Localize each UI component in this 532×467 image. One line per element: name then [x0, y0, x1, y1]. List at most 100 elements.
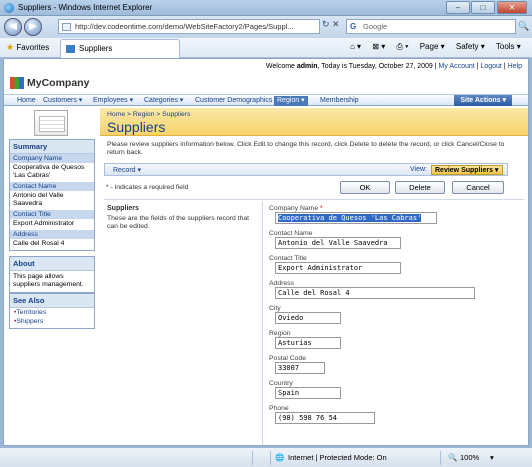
phone-field[interactable]: (98) 598 76 54	[275, 412, 375, 424]
divider	[252, 451, 253, 465]
view-label: View:	[410, 166, 427, 173]
menu-customer-demographics[interactable]: Customer Demographics	[192, 96, 275, 106]
company-name-value: Cooperativa de Quesos 'Las Cabras'	[278, 214, 422, 222]
main-menu: Home Customers ▾ Employees ▾ Categories …	[4, 94, 528, 106]
country-field[interactable]: Spain	[275, 387, 341, 399]
window-titlebar: Suppliers - Windows Internet Explorer – …	[0, 0, 532, 16]
window-title: Suppliers - Windows Internet Explorer	[18, 3, 153, 12]
address-input[interactable]: http://dev.codeontime.com/demo/WebSiteFa…	[58, 19, 320, 34]
link-shippers[interactable]: Shippers	[10, 317, 94, 328]
tab-label: Suppliers	[79, 44, 113, 53]
contact-title-field[interactable]: Export Administrator	[275, 262, 401, 274]
forward-button[interactable]: ▶	[24, 18, 42, 36]
divider	[104, 199, 524, 200]
link-territories[interactable]: Territories	[10, 308, 94, 317]
field-label: Contact Name	[269, 230, 313, 237]
feeds-icon[interactable]: ⊠ ▾	[372, 42, 385, 51]
sidebar: Summary Company Name Cooperativa de Ques…	[6, 108, 96, 445]
summary-panel: Summary Company Name Cooperativa de Ques…	[9, 139, 95, 251]
refresh-stop-buttons[interactable]: ↻ ✕	[322, 19, 344, 34]
security-zone[interactable]: Internet | Protected Mode: On	[288, 453, 387, 462]
tools-menu[interactable]: Tools ▾	[496, 42, 521, 51]
minimize-button[interactable]: –	[446, 1, 470, 14]
menu-home[interactable]: Home	[14, 96, 39, 106]
record-menu[interactable]: Record ▾	[113, 166, 141, 174]
welcome-date: , Today is Tuesday, October 27, 2009 |	[317, 63, 439, 70]
company-name-field[interactable]: Cooperativa de Quesos 'Las Cabras'	[275, 212, 437, 224]
field-label-text: Company Name	[269, 205, 319, 212]
print-icon[interactable]: ⎙ ▾	[397, 42, 409, 51]
menu-employees[interactable]: Employees ▾	[90, 96, 136, 106]
status-bar: 🌐 Internet | Protected Mode: On 🔍 100% ▾	[0, 447, 532, 467]
close-button[interactable]: ✕	[497, 1, 527, 14]
field-label: Region	[269, 330, 291, 337]
ok-button[interactable]: OK	[340, 181, 390, 194]
divider	[270, 451, 271, 465]
address-toolbar: ◀ ▶ http://dev.codeontime.com/demo/WebSi…	[0, 16, 532, 38]
field-label: Country	[269, 380, 293, 387]
postal-code-field[interactable]: 33007	[275, 362, 325, 374]
view-selector[interactable]: Review Suppliers ▾	[431, 165, 503, 175]
city-field[interactable]: Oviedo	[275, 312, 341, 324]
required-marker: *	[320, 205, 323, 212]
page-header: Home > Region > Suppliers Suppliers	[100, 108, 528, 136]
zoom-level[interactable]: 100%	[460, 453, 479, 462]
google-icon: G	[350, 22, 357, 31]
section-title: Suppliers	[107, 205, 139, 212]
company-logo[interactable]: MyCompany	[10, 77, 89, 90]
help-link[interactable]: Help	[508, 63, 522, 70]
search-button[interactable]: 🔍	[518, 21, 529, 32]
section-description: These are the fields of the suppliers re…	[107, 215, 250, 230]
summary-label: Address	[10, 230, 94, 239]
tab-suppliers[interactable]: Suppliers	[60, 39, 180, 58]
search-placeholder: Google	[363, 22, 388, 31]
menu-customers[interactable]: Customers ▾	[40, 96, 85, 106]
zoom-icon: 🔍	[448, 453, 458, 462]
page-icon	[62, 23, 71, 31]
page-icon	[66, 45, 75, 53]
required-note: * - indicates a required field	[106, 184, 189, 191]
page-viewport: Welcome admin, Today is Tuesday, October…	[3, 58, 529, 446]
summary-value: Calle del Rosal 4	[13, 240, 65, 247]
home-icon[interactable]: ⌂ ▾	[350, 42, 361, 51]
chevron-down-icon[interactable]: ▾	[490, 453, 494, 462]
summary-title: Summary	[10, 140, 94, 154]
field-label: Company Name *	[269, 205, 323, 212]
main-content: Home > Region > Suppliers Suppliers Plea…	[100, 108, 528, 445]
menu-categories[interactable]: Categories ▾	[141, 96, 186, 106]
welcome-prefix: Welcome	[265, 63, 297, 70]
page-description: Please review suppliers information belo…	[107, 141, 505, 156]
about-title: About	[10, 257, 94, 271]
breadcrumb[interactable]: Home > Region > Suppliers	[107, 111, 191, 118]
summary-label: Contact Name	[10, 182, 94, 191]
page-menu[interactable]: Page ▾	[420, 42, 445, 51]
site-actions-button[interactable]: Site Actions ▾	[454, 95, 512, 106]
field-label: City	[269, 305, 281, 312]
region-field[interactable]: Asturias	[275, 337, 341, 349]
summary-value: Antonio del Valle Saavedra	[13, 192, 64, 207]
search-input[interactable]: G Google	[346, 19, 516, 34]
logout-link[interactable]: Logout	[480, 63, 501, 70]
menu-membership[interactable]: Membership	[317, 96, 362, 106]
welcome-bar: Welcome admin, Today is Tuesday, October…	[266, 63, 522, 70]
my-account-link[interactable]: My Account	[439, 63, 475, 70]
cancel-button[interactable]: Cancel	[452, 181, 504, 194]
contact-name-field[interactable]: Antonio del Valle Saavedra	[275, 237, 401, 249]
field-label: Postal Code	[269, 355, 307, 362]
maximize-button[interactable]: □	[471, 1, 495, 14]
summary-label: Company Name	[10, 154, 94, 163]
address-field[interactable]: Calle del Rosal 4	[275, 287, 475, 299]
see-also-title: See Also	[10, 294, 94, 308]
summary-value: Cooperativa de Quesos 'Las Cabras'	[13, 164, 85, 179]
safety-menu[interactable]: Safety ▾	[456, 42, 485, 51]
favorites-button[interactable]: ★ Favorites	[6, 42, 49, 53]
about-text: This page allows suppliers management.	[13, 273, 84, 288]
record-toolbar: Record ▾ View: Review Suppliers ▾	[104, 163, 508, 176]
ie-icon	[4, 3, 14, 13]
back-button[interactable]: ◀	[4, 18, 22, 36]
page-thumbnail-icon	[34, 110, 68, 136]
field-label: Contact Title	[269, 255, 307, 262]
delete-button[interactable]: Delete	[395, 181, 445, 194]
menu-region[interactable]: Region ▾	[274, 96, 308, 106]
star-icon: ★	[6, 42, 15, 52]
